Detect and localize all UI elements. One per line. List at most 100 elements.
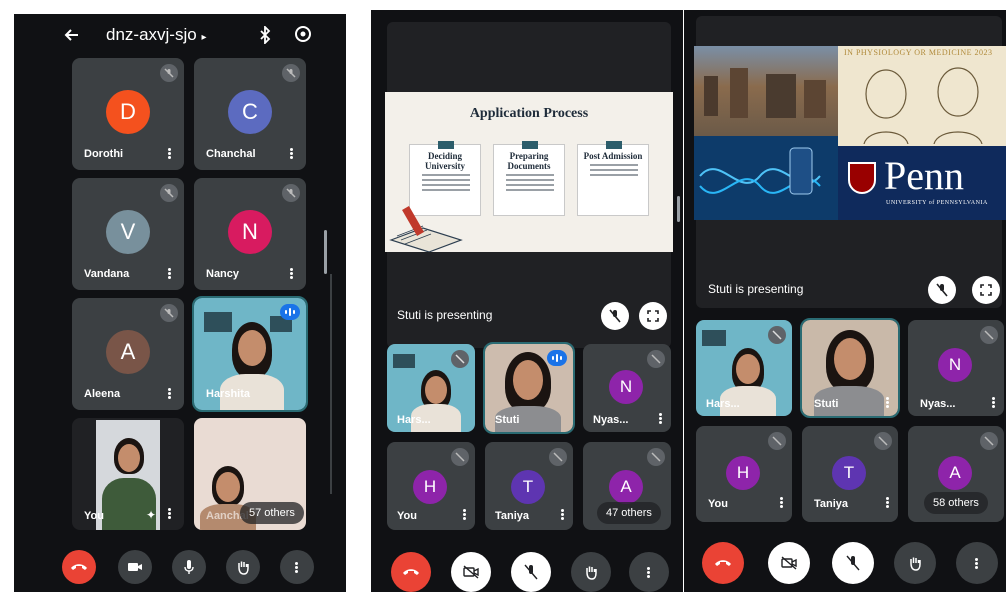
mic-off-icon: [160, 304, 178, 322]
more-options-icon[interactable]: [290, 147, 294, 160]
mic-off-icon: [647, 350, 665, 368]
mic-off-icon: [160, 184, 178, 202]
fullscreen-button[interactable]: [972, 276, 1000, 304]
more-options-icon[interactable]: [168, 507, 172, 520]
participant-name: Hars...: [397, 414, 431, 426]
participant-name: Nancy: [206, 268, 240, 280]
mic-off-icon: [549, 448, 567, 466]
more-options-button[interactable]: [280, 550, 314, 584]
presenting-label: Stuti is presenting: [708, 282, 804, 296]
more-options-icon[interactable]: [992, 396, 996, 409]
bluetooth-icon[interactable]: [258, 24, 272, 46]
scrollbar[interactable]: [324, 230, 327, 274]
more-options-icon[interactable]: [780, 496, 784, 509]
mic-off-icon: [980, 432, 998, 450]
participant-name: Chanchal: [206, 148, 256, 160]
participant-name: You: [84, 510, 104, 522]
mic-off-button[interactable]: [511, 552, 551, 592]
meeting-code[interactable]: dnz-axvj-sjo ▸: [106, 25, 206, 45]
microphone-button[interactable]: [172, 550, 206, 584]
presenting-label: Stuti is presenting: [397, 308, 493, 322]
camera-off-button[interactable]: [768, 542, 810, 584]
raise-hand-button[interactable]: [571, 552, 611, 592]
penn-logo-panel: Penn UNIVERSITY of PENNSYLVANIA: [838, 146, 1006, 220]
more-options-icon[interactable]: [168, 267, 172, 280]
participant-tile[interactable]: V Vandana: [72, 178, 184, 290]
more-options-icon[interactable]: [168, 147, 172, 160]
penn-logo-text: Penn: [884, 153, 964, 198]
mute-presentation-button[interactable]: [928, 276, 956, 304]
banner-text: IN PHYSIOLOGY OR MEDICINE 2023: [844, 48, 993, 57]
scrollbar[interactable]: [677, 196, 680, 222]
others-count[interactable]: 57 others: [240, 502, 304, 524]
phone-screen-2: Application Process Deciding University …: [371, 10, 683, 592]
more-options-icon[interactable]: [168, 387, 172, 400]
participant-tile[interactable]: N Nancy: [194, 178, 306, 290]
camera-off-button[interactable]: [451, 552, 491, 592]
avatar: N: [938, 348, 972, 382]
participant-name: Taniya: [495, 510, 530, 522]
hang-up-button[interactable]: [62, 550, 96, 584]
penn-logo-subtext: UNIVERSITY of PENNSYLVANIA: [886, 200, 988, 206]
slide-title: Application Process: [469, 106, 589, 121]
participant-tile[interactable]: A Aleena: [72, 298, 184, 410]
participant-video-tile[interactable]: Hars...: [387, 344, 475, 432]
speaking-indicator-icon: [547, 350, 567, 366]
effects-icon[interactable]: ✦: [146, 508, 156, 522]
penn-shield-icon: [848, 162, 876, 194]
avatar: N: [228, 210, 272, 254]
more-options-icon[interactable]: [886, 396, 890, 409]
more-options-button[interactable]: [956, 542, 998, 584]
avatar: A: [106, 330, 150, 374]
participant-video-tile[interactable]: Harshita: [192, 296, 308, 412]
participant-tile[interactable]: A 47 others: [583, 442, 671, 530]
participant-tile[interactable]: D Dorothi: [72, 58, 184, 170]
participant-tile[interactable]: N Nyas...: [583, 344, 671, 432]
mute-presentation-button[interactable]: [601, 302, 629, 330]
participant-tile[interactable]: C Chanchal: [194, 58, 306, 170]
others-count[interactable]: 58 others: [924, 492, 988, 514]
phone-screen-3: IN PHYSIOLOGY OR MEDICINE 2023 Penn UNIV…: [684, 10, 1006, 592]
avatar: H: [413, 470, 447, 504]
participant-video-tile[interactable]: Hars...: [696, 320, 792, 416]
more-vert-icon: [975, 557, 979, 570]
mic-off-icon: [451, 350, 469, 368]
participant-tile[interactable]: T Taniya: [802, 426, 898, 522]
avatar: A: [609, 470, 643, 504]
more-options-icon[interactable]: [659, 412, 663, 425]
back-arrow-icon[interactable]: [64, 27, 80, 43]
participant-name: Nyas...: [593, 414, 629, 426]
more-options-button[interactable]: [629, 552, 669, 592]
participant-tile[interactable]: A 58 others: [908, 426, 1004, 522]
self-view-tile[interactable]: You ✦: [72, 418, 184, 530]
avatar: A: [938, 456, 972, 490]
hang-up-button[interactable]: [391, 552, 431, 592]
fullscreen-button[interactable]: [639, 302, 667, 330]
avatar: C: [228, 90, 272, 134]
avatar: V: [106, 210, 150, 254]
participant-tile[interactable]: H You: [696, 426, 792, 522]
raise-hand-button[interactable]: [894, 542, 936, 584]
participant-video-tile[interactable]: Aanchal 57 others: [194, 418, 306, 530]
participant-name: You: [397, 510, 417, 522]
phone-screen-1: dnz-axvj-sjo ▸ D Dorothi C Chanchal V Va…: [14, 14, 346, 592]
raise-hand-button[interactable]: [226, 550, 260, 584]
others-count[interactable]: 47 others: [597, 502, 661, 524]
more-options-icon[interactable]: [886, 496, 890, 509]
mic-off-icon: [980, 326, 998, 344]
camera-toggle-button[interactable]: [118, 550, 152, 584]
more-options-icon[interactable]: [463, 508, 467, 521]
participant-tile[interactable]: N Nyas...: [908, 320, 1004, 416]
participant-video-tile[interactable]: Stuti: [483, 342, 575, 434]
campus-photo: [694, 46, 838, 136]
participant-tile[interactable]: T Taniya: [485, 442, 573, 530]
more-options-icon[interactable]: [561, 508, 565, 521]
participant-tile[interactable]: H You: [387, 442, 475, 530]
mic-off-button[interactable]: [832, 542, 874, 584]
portrait-sketches: [863, 67, 983, 144]
hang-up-button[interactable]: [702, 542, 744, 584]
switch-camera-icon[interactable]: [294, 25, 312, 43]
more-vert-icon: [295, 561, 299, 574]
participant-video-tile[interactable]: Stuti: [800, 318, 900, 418]
more-options-icon[interactable]: [290, 267, 294, 280]
